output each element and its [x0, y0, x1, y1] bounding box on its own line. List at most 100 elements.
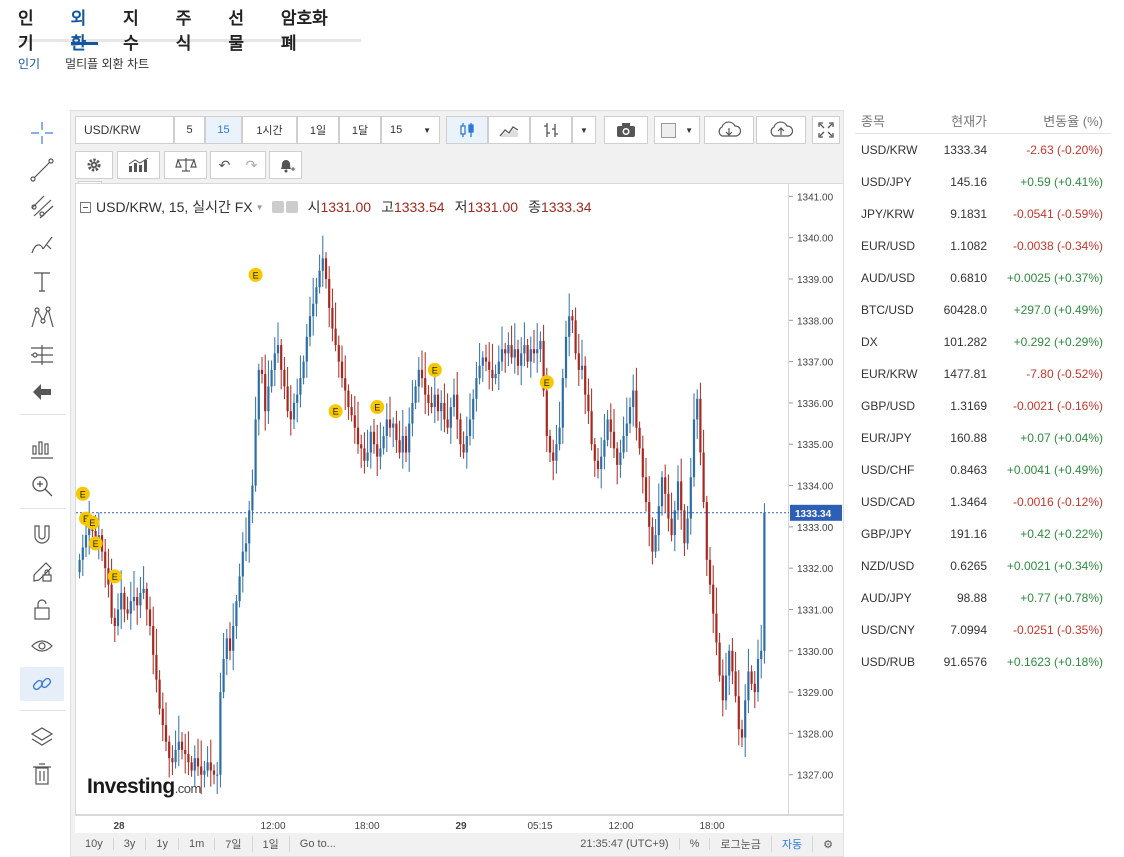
chevron-down-icon[interactable]: ▼ — [256, 203, 264, 212]
eye-small-icon[interactable] — [271, 201, 284, 213]
quote-row[interactable]: EUR/USD 1.1082 -0.0038 (-0.34%) — [855, 230, 1111, 262]
eye-icon[interactable] — [20, 629, 64, 663]
settings-button[interactable] — [75, 151, 113, 179]
interval-15[interactable]: 15 — [205, 116, 242, 144]
close-value: 1333.34 — [540, 199, 592, 215]
quote-row[interactable]: NZD/USD 0.6265 +0.0021 (+0.34%) — [855, 550, 1111, 582]
magnet-icon[interactable] — [20, 518, 64, 552]
indicators-icon[interactable] — [20, 432, 64, 466]
range-3y[interactable]: 3y — [114, 838, 147, 850]
interval-select[interactable]: 15 ▼ — [381, 116, 440, 144]
quote-symbol: GBP/USD — [861, 399, 916, 413]
candle — [308, 296, 312, 347]
interval-1h[interactable]: 1시간 — [242, 116, 297, 144]
lock-drawing-icon[interactable] — [20, 555, 64, 589]
candle — [257, 363, 260, 436]
trash-icon[interactable] — [20, 757, 64, 791]
unlock-icon[interactable] — [20, 592, 64, 626]
quote-row[interactable]: GBP/USD 1.3169 -0.0021 (-0.16%) — [855, 390, 1111, 422]
zoom-in-icon[interactable] — [20, 469, 64, 503]
quote-row[interactable]: EUR/KRW 1477.81 -7.80 (-0.52%) — [855, 358, 1111, 390]
chart-settings-icon[interactable]: ⚙ — [813, 838, 843, 851]
quote-row[interactable]: USD/CNY 7.0994 -0.0251 (-0.35%) — [855, 614, 1111, 646]
bars-chart-button[interactable] — [530, 116, 572, 144]
quote-row[interactable]: GBP/JPY 191.16 +0.42 (+0.22%) — [855, 518, 1111, 550]
text-tool-icon[interactable] — [20, 264, 64, 298]
candle — [248, 500, 251, 563]
trend-line-icon[interactable] — [20, 153, 64, 187]
link-icon[interactable] — [20, 667, 64, 701]
quote-row[interactable]: BTC/USD 60428.0 +297.0 (+0.49%) — [855, 294, 1111, 326]
pitchfork-icon[interactable] — [20, 190, 64, 224]
tab-popular[interactable]: 인기 — [18, 0, 46, 53]
save-layout-button[interactable] — [756, 116, 806, 144]
line-chart-button[interactable] — [488, 116, 530, 144]
quote-row[interactable]: USD/JPY 145.16 +0.59 (+0.41%) — [855, 166, 1111, 198]
quote-row[interactable]: USD/CHF 0.8463 +0.0041 (+0.49%) — [855, 454, 1111, 486]
gear-small-icon[interactable] — [285, 201, 298, 213]
redo-icon[interactable]: ↷ — [246, 157, 258, 174]
range-1d[interactable]: 1일 — [253, 836, 290, 852]
auto-scale-toggle[interactable]: 자동 — [772, 836, 814, 852]
quote-symbol: JPY/KRW — [861, 207, 915, 221]
price-tick-label: 1341.00 — [797, 192, 834, 203]
candle — [196, 738, 200, 776]
scales-icon — [174, 158, 197, 172]
interval-1d[interactable]: 1일 — [297, 116, 339, 144]
undo-icon[interactable]: ↶ — [219, 157, 231, 174]
candle — [596, 447, 600, 479]
time-axis[interactable]: 28 12:00 18:00 29 05:15 12:00 18:00 — [75, 815, 843, 833]
quote-row[interactable]: DX 101.282 +0.292 (+0.29%) — [855, 326, 1111, 358]
high-value: 1333.54 — [393, 199, 445, 215]
quote-row[interactable]: USD/KRW 1333.34 -2.63 (-0.20%) — [855, 134, 1111, 166]
candle — [737, 670, 740, 746]
tab-forex[interactable]: 외환 — [70, 0, 99, 53]
candle — [561, 368, 564, 444]
tab-stocks[interactable]: 주식 — [176, 0, 204, 53]
range-7d[interactable]: 7일 — [215, 836, 253, 852]
goto-button[interactable]: Go to... — [290, 838, 346, 850]
tab-indices[interactable]: 지수 — [123, 0, 151, 53]
candles-button[interactable] — [446, 116, 488, 144]
color-picker[interactable]: ▼ — [654, 116, 700, 144]
back-arrow-icon[interactable] — [20, 375, 64, 409]
collapse-legend-icon[interactable] — [80, 201, 91, 213]
load-layout-button[interactable] — [704, 116, 754, 144]
price-axis[interactable]: 1341.00 1340.00 1339.00 1338.00 1337.00 1336.… — [789, 183, 843, 815]
tab-crypto[interactable]: 암호화폐 — [281, 0, 336, 53]
layers-icon[interactable] — [20, 720, 64, 754]
chart-plot-area[interactable]: EEEEEEEEEE — [75, 183, 790, 815]
tab-futures[interactable]: 선물 — [228, 0, 256, 53]
quote-row[interactable]: EUR/JPY 160.88 +0.07 (+0.04%) — [855, 422, 1111, 454]
brush-icon[interactable] — [20, 227, 64, 261]
crosshair-icon[interactable] — [20, 116, 64, 150]
indicators-button[interactable] — [117, 151, 160, 179]
quote-row[interactable]: JPY/KRW 9.1831 -0.0541 (-0.59%) — [855, 198, 1111, 230]
symbol-input[interactable]: USD/KRW — [75, 116, 174, 144]
subtab-popular[interactable]: 인기 — [18, 55, 40, 72]
range-1m[interactable]: 1m — [179, 838, 216, 850]
log-scale-toggle[interactable]: 로그눈금 — [710, 836, 772, 852]
measure-icon[interactable] — [20, 338, 64, 372]
subtab-multiple-charts[interactable]: 멀티플 외환 차트 — [65, 55, 149, 72]
percent-toggle[interactable]: % — [680, 838, 711, 850]
quote-row[interactable]: AUD/JPY 98.88 +0.77 (+0.78%) — [855, 582, 1111, 614]
range-10y[interactable]: 10y — [75, 838, 114, 850]
compare-button[interactable] — [164, 151, 207, 179]
pattern-icon[interactable] — [20, 301, 64, 335]
interval-5[interactable]: 5 — [174, 116, 205, 144]
quote-row[interactable]: USD/CAD 1.3464 -0.0016 (-0.12%) — [855, 486, 1111, 518]
candle — [347, 384, 350, 420]
quote-change: +0.07 (+0.04%) — [1020, 431, 1103, 445]
chart-type-dropdown[interactable]: ▼ — [572, 116, 596, 144]
svg-text:E: E — [374, 403, 380, 413]
interval-1m[interactable]: 1달 — [339, 116, 381, 144]
quote-row[interactable]: USD/RUB 91.6576 +0.1623 (+0.18%) — [855, 646, 1111, 678]
range-1y[interactable]: 1y — [146, 838, 179, 850]
alert-button[interactable] — [269, 151, 302, 179]
price-tick-label: 1332.00 — [797, 564, 834, 575]
candle — [459, 413, 462, 458]
fullscreen-button[interactable] — [812, 116, 840, 144]
snapshot-button[interactable] — [604, 116, 648, 144]
quote-row[interactable]: AUD/USD 0.6810 +0.0025 (+0.37%) — [855, 262, 1111, 294]
